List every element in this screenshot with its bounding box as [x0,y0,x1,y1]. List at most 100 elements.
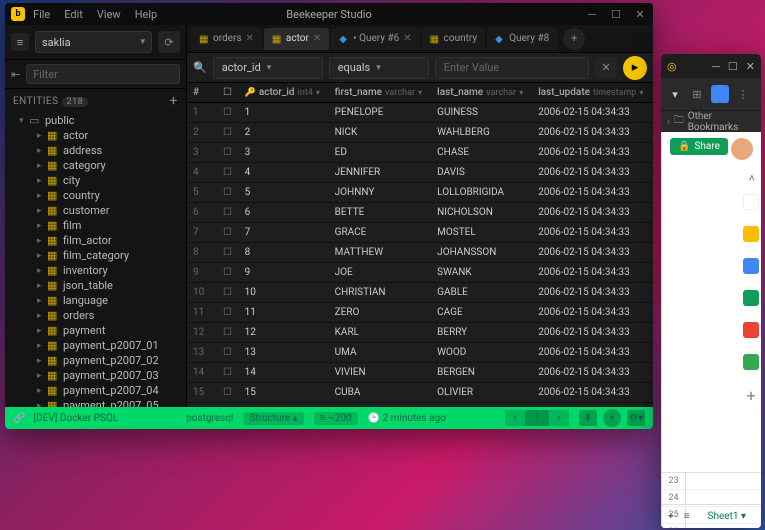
cell[interactable]: 2006-02-15 04:34:33 [532,183,653,203]
cell[interactable]: 2006-02-15 04:34:33 [532,163,653,183]
add-tab-button[interactable]: + [563,28,585,50]
minimize-icon[interactable]: ─ [585,8,599,21]
select-all-checkbox[interactable]: ☐ [217,83,239,103]
cell[interactable]: 2006-02-15 04:34:33 [532,243,653,263]
sheet-tab[interactable]: Sheet1 ▾ [700,509,754,524]
cell[interactable]: 15 [239,383,329,403]
cell[interactable]: 4 [239,163,329,183]
tab-country[interactable]: ▦country [422,28,485,50]
menu-edit[interactable]: Edit [64,8,83,21]
cell[interactable]: 2006-02-15 04:34:33 [532,343,653,363]
row-checkbox[interactable]: ☐ [217,243,239,263]
add-addon-button[interactable]: + [746,386,755,405]
table-orders[interactable]: ▸▦orders [5,308,186,323]
cell[interactable]: WAHLBERG [431,123,532,143]
sidebar-filter-input[interactable] [26,64,180,84]
table-payment_p2007_05[interactable]: ▸▦payment_p2007_05 [5,398,186,407]
close-icon[interactable]: ✕ [746,60,755,73]
clear-filter-button[interactable]: ✕ [595,57,617,79]
share-button[interactable]: 🔒 Share [670,138,728,155]
tasks-icon[interactable] [743,290,759,306]
maximize-icon[interactable]: ☐ [609,8,623,21]
cell[interactable]: BETTE [329,203,432,223]
page-number[interactable]: 1 [525,410,549,426]
table-film[interactable]: ▸▦film [5,218,186,233]
cell[interactable]: LOLLOBRIGIDA [431,183,532,203]
table-row[interactable]: 2☐2NICKWAHLBERG2006-02-15 04:34:33 [187,123,653,143]
expand-panel-icon[interactable]: ˄ [749,172,755,185]
table-inventory[interactable]: ▸▦inventory [5,263,186,278]
column-first_name[interactable]: first_namevarchar▾ [329,83,432,103]
tab-orders[interactable]: ▦orders✕ [191,28,262,50]
row-checkbox[interactable]: ☐ [217,343,239,363]
cell[interactable]: 2006-02-15 04:34:33 [532,383,653,403]
cell[interactable]: CHASE [431,143,532,163]
keep-icon[interactable] [743,258,759,274]
table-row[interactable]: 4☐4JENNIFERDAVIS2006-02-15 04:34:33 [187,163,653,183]
cell[interactable]: BERGEN [431,363,532,383]
structure-button[interactable]: Structure ▴ [243,412,303,425]
cell[interactable]: 2006-02-15 04:34:33 [532,363,653,383]
row-checkbox[interactable]: ☐ [217,323,239,343]
cell[interactable]: 5 [239,183,329,203]
maximize-icon[interactable]: ☐ [728,60,738,73]
cell[interactable]: GRACE [329,223,432,243]
sheet-row[interactable]: 23 [662,473,761,490]
cell[interactable]: 12 [239,323,329,343]
tab-query-8[interactable]: ◆Query #8 [487,28,557,50]
cell[interactable]: 2006-02-15 04:34:33 [532,103,653,123]
next-page-button[interactable]: › [549,410,569,426]
table-actor[interactable]: ▸▦actor [5,128,186,143]
filter-operator-select[interactable]: equals ▾ [329,57,429,79]
minimize-icon[interactable]: ─ [712,60,720,73]
cell[interactable]: CHRISTIAN [329,283,432,303]
contacts-icon[interactable] [743,322,759,338]
cell[interactable]: MOSTEL [431,223,532,243]
prev-page-button[interactable]: ‹ [505,410,525,426]
settings-button[interactable]: ⚙▾ [627,410,645,426]
table-payment_p2007_04[interactable]: ▸▦payment_p2007_04 [5,383,186,398]
connection-name[interactable]: [DEV] Docker PSQL [33,413,118,424]
table-row[interactable]: 10☐10CHRISTIANGABLE2006-02-15 04:34:33 [187,283,653,303]
cell[interactable]: 11 [239,303,329,323]
row-checkbox[interactable]: ☐ [217,263,239,283]
row-header[interactable]: 23 [662,473,686,489]
extension-puzzle-icon[interactable]: ⊞ [689,88,705,101]
cell[interactable]: ED [329,143,432,163]
row-checkbox[interactable]: ☐ [217,223,239,243]
cell[interactable]: JOE [329,263,432,283]
table-film_actor[interactable]: ▸▦film_actor [5,233,186,248]
cell[interactable]: CUBA [329,383,432,403]
table-row[interactable]: 14☐14VIVIENBERGEN2006-02-15 04:34:33 [187,363,653,383]
close-icon[interactable]: ✕ [633,8,647,21]
table-city[interactable]: ▸▦city [5,173,186,188]
table-row[interactable]: 6☐6BETTENICHOLSON2006-02-15 04:34:33 [187,203,653,223]
cell[interactable]: 2006-02-15 04:34:33 [532,323,653,343]
cell[interactable]: DAVIS [431,163,532,183]
cell[interactable]: WOOD [431,343,532,363]
cell[interactable]: 2 [239,123,329,143]
extension-icon[interactable] [711,85,729,103]
row-checkbox[interactable]: ☐ [217,183,239,203]
table-film_category[interactable]: ▸▦film_category [5,248,186,263]
cell[interactable]: GABLE [431,283,532,303]
row-checkbox[interactable]: ☐ [217,383,239,403]
dropdown-icon[interactable]: ▾ [667,88,683,101]
table-row[interactable]: 1☐1PENELOPEGUINESS2006-02-15 04:34:33 [187,103,653,123]
cell[interactable]: JOHANSSON [431,243,532,263]
close-tab-icon[interactable]: ✕ [403,33,411,44]
cell[interactable]: 3 [239,143,329,163]
table-language[interactable]: ▸▦language [5,293,186,308]
table-address[interactable]: ▸▦address [5,143,186,158]
cell[interactable]: KARL [329,323,432,343]
spreadsheet-area[interactable]: 2324252627 [662,472,761,504]
row-checkbox[interactable]: ☐ [217,163,239,183]
table-row[interactable]: 5☐5JOHNNYLOLLOBRIGIDA2006-02-15 04:34:33 [187,183,653,203]
row-checkbox[interactable]: ☐ [217,103,239,123]
row-checkbox[interactable]: ☐ [217,283,239,303]
cell[interactable]: UMA [329,343,432,363]
table-row[interactable]: 15☐15CUBAOLIVIER2006-02-15 04:34:33 [187,383,653,403]
database-select[interactable]: saklia ▾ [35,31,152,53]
cell[interactable]: PENELOPE [329,103,432,123]
tab-actor[interactable]: ▦actor✕ [264,28,329,50]
